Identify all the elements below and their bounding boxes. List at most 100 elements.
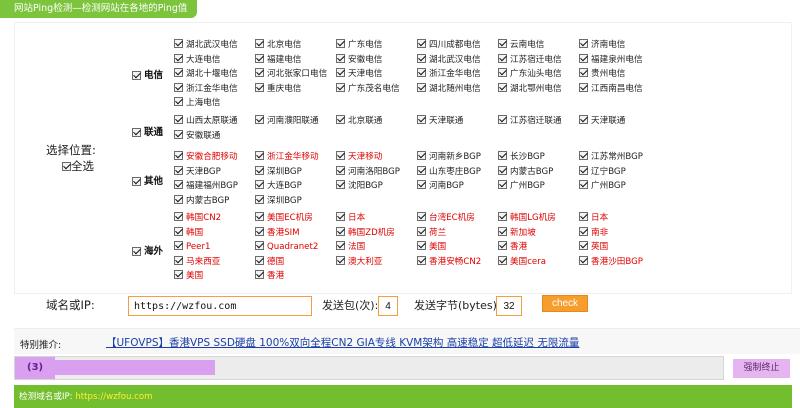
region-checkbox[interactable]: 辽宁BGP	[579, 165, 626, 179]
checkbox-icon[interactable]	[62, 162, 71, 171]
region-checkbox[interactable]: 山西太原联通	[174, 115, 238, 128]
checkbox-icon[interactable]	[579, 255, 588, 265]
checkbox-icon[interactable]	[255, 82, 264, 92]
check-button[interactable]: check	[542, 295, 588, 312]
checkbox-icon[interactable]	[132, 71, 141, 80]
checkbox-icon[interactable]	[579, 165, 588, 175]
region-checkbox[interactable]: 香港	[498, 241, 527, 254]
region-checkbox[interactable]: 贵州电信	[579, 68, 625, 81]
region-checkbox[interactable]: 广东茂名电信	[336, 82, 400, 96]
group-label-1[interactable]: 联通	[132, 124, 163, 138]
region-checkbox[interactable]: 天津联通	[579, 115, 625, 128]
checkbox-icon[interactable]	[417, 212, 426, 221]
checkbox-icon[interactable]	[336, 82, 345, 92]
checkbox-icon[interactable]	[174, 53, 183, 63]
checkbox-icon[interactable]	[255, 255, 264, 265]
region-checkbox[interactable]: 广东汕头电信	[498, 68, 562, 81]
region-checkbox[interactable]: 福建电信	[255, 53, 301, 67]
checkbox-icon[interactable]	[336, 255, 345, 265]
region-checkbox[interactable]: 德国	[255, 255, 284, 269]
checkbox-icon[interactable]	[255, 270, 264, 280]
region-checkbox[interactable]: 韩国LG机房	[498, 212, 556, 225]
checkbox-icon[interactable]	[417, 226, 426, 236]
checkbox-icon[interactable]	[498, 180, 507, 190]
region-checkbox[interactable]: 马来西亚	[174, 255, 220, 269]
checkbox-icon[interactable]	[498, 165, 507, 175]
region-checkbox[interactable]: 美国	[417, 241, 446, 254]
checkbox-icon[interactable]	[579, 241, 588, 251]
region-checkbox[interactable]: 深圳BGP	[255, 194, 302, 208]
region-checkbox[interactable]: 浙江金华移动	[255, 151, 319, 164]
checkbox-icon[interactable]	[255, 226, 264, 236]
region-checkbox[interactable]: 长沙BGP	[498, 151, 545, 164]
checkbox-icon[interactable]	[174, 241, 183, 251]
domain-input[interactable]	[128, 296, 312, 316]
checkbox-icon[interactable]	[579, 53, 588, 63]
checkbox-icon[interactable]	[498, 68, 507, 78]
region-checkbox[interactable]: 湖北随州电信	[417, 82, 481, 96]
checkbox-icon[interactable]	[417, 53, 426, 63]
region-checkbox[interactable]: 美国	[174, 270, 203, 283]
region-checkbox[interactable]: Peer1	[174, 241, 210, 254]
region-checkbox[interactable]: 河北张家口电信	[255, 68, 327, 81]
checkbox-icon[interactable]	[498, 82, 507, 92]
checkbox-icon[interactable]	[417, 82, 426, 92]
checkbox-icon[interactable]	[579, 151, 588, 160]
checkbox-icon[interactable]	[174, 97, 183, 107]
checkbox-icon[interactable]	[579, 82, 588, 92]
checkbox-icon[interactable]	[174, 151, 183, 160]
region-checkbox[interactable]: 湖北鄂州电信	[498, 82, 562, 96]
checkbox-icon[interactable]	[336, 226, 345, 236]
region-checkbox[interactable]: 福建福州BGP	[174, 180, 238, 193]
region-checkbox[interactable]: 新加坡	[498, 226, 536, 240]
region-checkbox[interactable]: 北京联通	[336, 115, 382, 128]
checkbox-icon[interactable]	[174, 194, 183, 204]
checkbox-icon[interactable]	[336, 212, 345, 221]
region-checkbox[interactable]: 河南BGP	[417, 180, 464, 193]
region-checkbox[interactable]: 湖北十堰电信	[174, 68, 238, 81]
checkbox-icon[interactable]	[255, 180, 264, 190]
checkbox-icon[interactable]	[498, 115, 507, 124]
region-checkbox[interactable]: 广州BGP	[579, 180, 626, 193]
checkbox-icon[interactable]	[417, 255, 426, 265]
checkbox-icon[interactable]	[498, 255, 507, 265]
send-count-input[interactable]	[378, 296, 398, 316]
region-checkbox[interactable]: 天津联通	[417, 115, 463, 128]
checkbox-icon[interactable]	[579, 212, 588, 221]
checkbox-icon[interactable]	[132, 247, 141, 256]
region-checkbox[interactable]: 浙江金华电信	[417, 68, 481, 81]
checkbox-icon[interactable]	[255, 151, 264, 160]
region-checkbox[interactable]: 法国	[336, 241, 365, 254]
checkbox-icon[interactable]	[255, 115, 264, 124]
force-stop-button[interactable]: 强制终止	[733, 359, 790, 378]
region-checkbox[interactable]: 大连电信	[174, 53, 220, 67]
checkbox-icon[interactable]	[417, 151, 426, 160]
region-checkbox[interactable]: 安徽联通	[174, 129, 220, 143]
checkbox-icon[interactable]	[174, 212, 183, 221]
region-checkbox[interactable]: 大连BGP	[255, 180, 302, 193]
checkbox-icon[interactable]	[174, 115, 183, 124]
checkbox-icon[interactable]	[417, 241, 426, 251]
checkbox-icon[interactable]	[336, 151, 345, 160]
checkbox-icon[interactable]	[255, 53, 264, 63]
checkbox-icon[interactable]	[255, 39, 264, 48]
region-checkbox[interactable]: 山东枣庄BGP	[417, 165, 481, 179]
checkbox-icon[interactable]	[174, 165, 183, 175]
region-checkbox[interactable]: 韩国ZD机房	[336, 226, 395, 240]
region-checkbox[interactable]: 香港	[255, 270, 284, 283]
checkbox-icon[interactable]	[132, 128, 141, 137]
checkbox-icon[interactable]	[579, 180, 588, 190]
region-checkbox[interactable]: 英国	[579, 241, 608, 254]
checkbox-icon[interactable]	[336, 180, 345, 190]
region-checkbox[interactable]: 湖北武汉电信	[417, 53, 481, 67]
checkbox-icon[interactable]	[336, 53, 345, 63]
region-checkbox[interactable]: 内蒙古BGP	[174, 194, 229, 208]
region-checkbox[interactable]: 香港沙田BGP	[579, 255, 643, 269]
region-checkbox[interactable]: 美国cera	[498, 255, 546, 269]
checkbox-icon[interactable]	[255, 241, 264, 251]
checkbox-icon[interactable]	[417, 115, 426, 124]
checkbox-icon[interactable]	[174, 39, 183, 48]
region-checkbox[interactable]: 内蒙古BGP	[498, 165, 553, 179]
send-bytes-input[interactable]	[496, 296, 522, 316]
region-checkbox[interactable]: 江苏宿迁电信	[498, 53, 562, 67]
